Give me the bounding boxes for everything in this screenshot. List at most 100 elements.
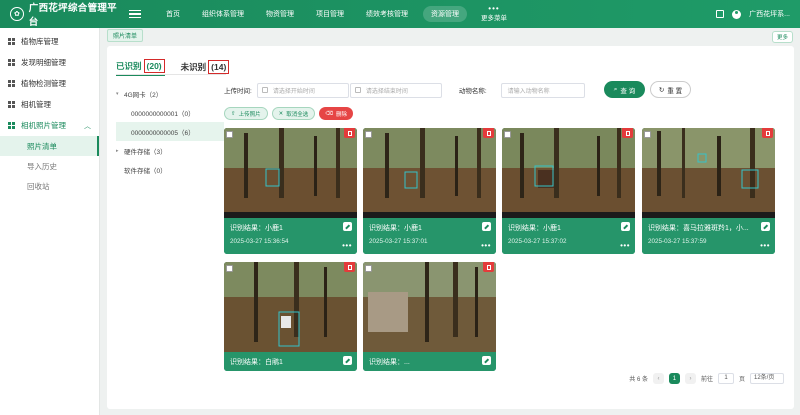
search-icon: ⌕	[613, 85, 618, 93]
close-icon: ✕	[278, 110, 284, 117]
photo-card[interactable]: 识别结果：小鹿1 2025-03-27 15:37:01 •••	[363, 128, 496, 254]
photo-thumbnail[interactable]	[363, 262, 496, 352]
menu-toggle-icon[interactable]	[129, 9, 141, 19]
nav-home[interactable]: 首页	[155, 0, 191, 28]
upload-time-label: 上传时间:	[224, 88, 252, 95]
card-info: 识别结果：...	[363, 352, 496, 371]
sidebar-item-discovery[interactable]: 发现明细管理	[0, 52, 99, 73]
tree-node-hardware[interactable]: ▸ 硬件存储（3）	[116, 141, 224, 160]
page-size-select[interactable]: 12条/页	[750, 373, 784, 384]
more-options-icon[interactable]: •••	[760, 242, 770, 250]
user-avatar-icon[interactable]	[732, 9, 742, 19]
unrecognized-count: (14)	[208, 60, 230, 74]
select-checkbox[interactable]	[644, 131, 651, 138]
tree-node-software[interactable]: 软件存储（0）	[116, 160, 224, 179]
nav-org-system[interactable]: 组织体系管理	[191, 0, 255, 28]
prev-page-button[interactable]: ‹	[652, 373, 664, 384]
card-info: 识别结果：小鹿1 2025-03-27 15:37:02 •••	[502, 218, 635, 254]
recognition-result: 识别结果：喜马拉雅斑羚1，小...	[648, 225, 749, 232]
photo-card[interactable]: 识别结果：...	[363, 262, 496, 371]
app-title: 广西花坪综合管理平台	[28, 3, 117, 28]
delete-photo-icon[interactable]	[762, 128, 773, 138]
edit-icon[interactable]	[343, 222, 352, 231]
sidebar-subitem-recycle-bin[interactable]: 回收站	[0, 176, 99, 196]
breadcrumb-tag[interactable]: 照片清单	[107, 29, 144, 42]
logo-icon: ✿	[10, 7, 24, 21]
edit-icon[interactable]	[343, 356, 352, 365]
photo-thumbnail[interactable]	[224, 262, 357, 352]
top-bar: ✿ 广西花坪综合管理平台 首页 组织体系管理 物资管理 项目管理 绩效考核管理 …	[0, 0, 800, 28]
upload-icon: ⇧	[231, 110, 236, 117]
divider	[116, 74, 226, 75]
delete-photo-icon[interactable]	[622, 128, 633, 138]
cancel-all-label: 取消全选	[286, 111, 309, 118]
photo-card[interactable]: 识别结果：喜马拉雅斑羚1，小... 2025-03-27 15:37:59 ••…	[642, 128, 775, 254]
query-button[interactable]: ⌕ 查 询	[604, 81, 645, 98]
sidebar-item-label: 植物检测管理	[21, 79, 66, 88]
delete-photo-icon[interactable]	[483, 262, 494, 272]
trash-icon: ⌫	[325, 110, 334, 117]
nav-projects[interactable]: 项目管理	[305, 0, 355, 28]
grid-icon	[8, 38, 15, 45]
photo-card[interactable]: 识别结果：小鹿1 2025-03-27 15:36:54 •••	[224, 128, 357, 254]
tree-node-device-1[interactable]: 0000000000001（0）	[116, 103, 224, 122]
photo-thumbnail[interactable]	[363, 128, 496, 218]
end-date-input[interactable]: 请选择结束时间	[349, 82, 442, 98]
reset-button[interactable]: ↻ 重 置	[650, 81, 691, 98]
main-panel: 已识别 (20) 未识别 (14) ▾ 4G网卡（2） 000000000000…	[107, 46, 794, 409]
delete-photo-icon[interactable]	[483, 128, 494, 138]
sidebar-subitem-photo-list[interactable]: 照片清单	[0, 136, 99, 156]
photo-card[interactable]: 识别结果：白鹇1	[224, 262, 357, 371]
select-checkbox[interactable]	[226, 131, 233, 138]
delete-photo-icon[interactable]	[344, 128, 355, 138]
tree-node-label: 4G网卡（2）	[124, 91, 163, 99]
start-date-input[interactable]: 请选择开始时间	[256, 82, 349, 98]
select-checkbox[interactable]	[504, 131, 511, 138]
cancel-select-all-button[interactable]: ✕ 取消全选	[271, 107, 316, 120]
nav-performance[interactable]: 绩效考核管理	[355, 0, 419, 28]
select-checkbox[interactable]	[365, 265, 372, 272]
sidebar-subitem-import-history[interactable]: 导入历史	[0, 156, 99, 176]
nav-supplies[interactable]: 物资管理	[255, 0, 305, 28]
page-1-button[interactable]: 1	[668, 373, 680, 384]
edit-icon[interactable]	[761, 222, 770, 231]
calendar-icon	[354, 87, 361, 93]
sidebar-item-plant-detection[interactable]: 植物检测管理	[0, 73, 99, 94]
tree-node-4g[interactable]: ▾ 4G网卡（2）	[116, 84, 224, 103]
delete-button[interactable]: ⌫ 删除	[319, 107, 354, 120]
sidebar-item-camera[interactable]: 相机管理	[0, 94, 99, 115]
sidebar-item-camera-photos[interactable]: 相机照片管理 ︿	[0, 115, 99, 136]
edit-icon[interactable]	[482, 356, 491, 365]
tree-node-device-5[interactable]: 0000000000005（6）	[116, 122, 224, 141]
next-page-button[interactable]: ›	[684, 373, 696, 384]
select-checkbox[interactable]	[365, 131, 372, 138]
logo: ✿ 广西花坪综合管理平台	[0, 0, 125, 28]
edit-icon[interactable]	[482, 222, 491, 231]
sidebar-item-label: 植物库管理	[21, 37, 59, 46]
fullscreen-icon[interactable]	[716, 10, 725, 18]
more-button[interactable]: 更多	[771, 31, 793, 43]
more-options-icon[interactable]: •••	[620, 242, 630, 250]
nav-more-menu[interactable]: ••• 更多菜单	[471, 5, 517, 23]
animal-name-label: 动物名称:	[458, 88, 487, 95]
select-checkbox[interactable]	[226, 265, 233, 272]
action-bar: ⇧ 上传照片 ✕ 取消全选 ⌫ 删除	[224, 107, 354, 120]
more-options-icon[interactable]: •••	[342, 242, 352, 250]
sidebar-item-plant-library[interactable]: 植物库管理	[0, 31, 99, 52]
user-name[interactable]: 广西花坪系...	[749, 9, 790, 19]
more-options-icon[interactable]: •••	[481, 242, 491, 250]
animal-name-input[interactable]: 请输入动物名称	[500, 82, 585, 98]
nav-resources[interactable]: 资源管理	[423, 6, 467, 22]
calendar-icon	[261, 87, 268, 93]
photo-card[interactable]: 识别结果：小鹿1 2025-03-27 15:37:02 •••	[502, 128, 635, 254]
upload-photo-button[interactable]: ⇧ 上传照片	[224, 107, 268, 120]
photo-thumbnail[interactable]	[642, 128, 775, 218]
delete-photo-icon[interactable]	[344, 262, 355, 272]
edit-icon[interactable]	[621, 222, 630, 231]
end-date-placeholder: 请选择结束时间	[365, 88, 408, 95]
pagination: 共 6 条 ‹ 1 › 前往 1 页 12条/页	[629, 373, 784, 384]
goto-page-input[interactable]: 1	[717, 373, 734, 384]
photo-thumbnail[interactable]	[224, 128, 357, 218]
photo-thumbnail[interactable]	[502, 128, 635, 218]
page-unit: 页	[738, 377, 745, 383]
